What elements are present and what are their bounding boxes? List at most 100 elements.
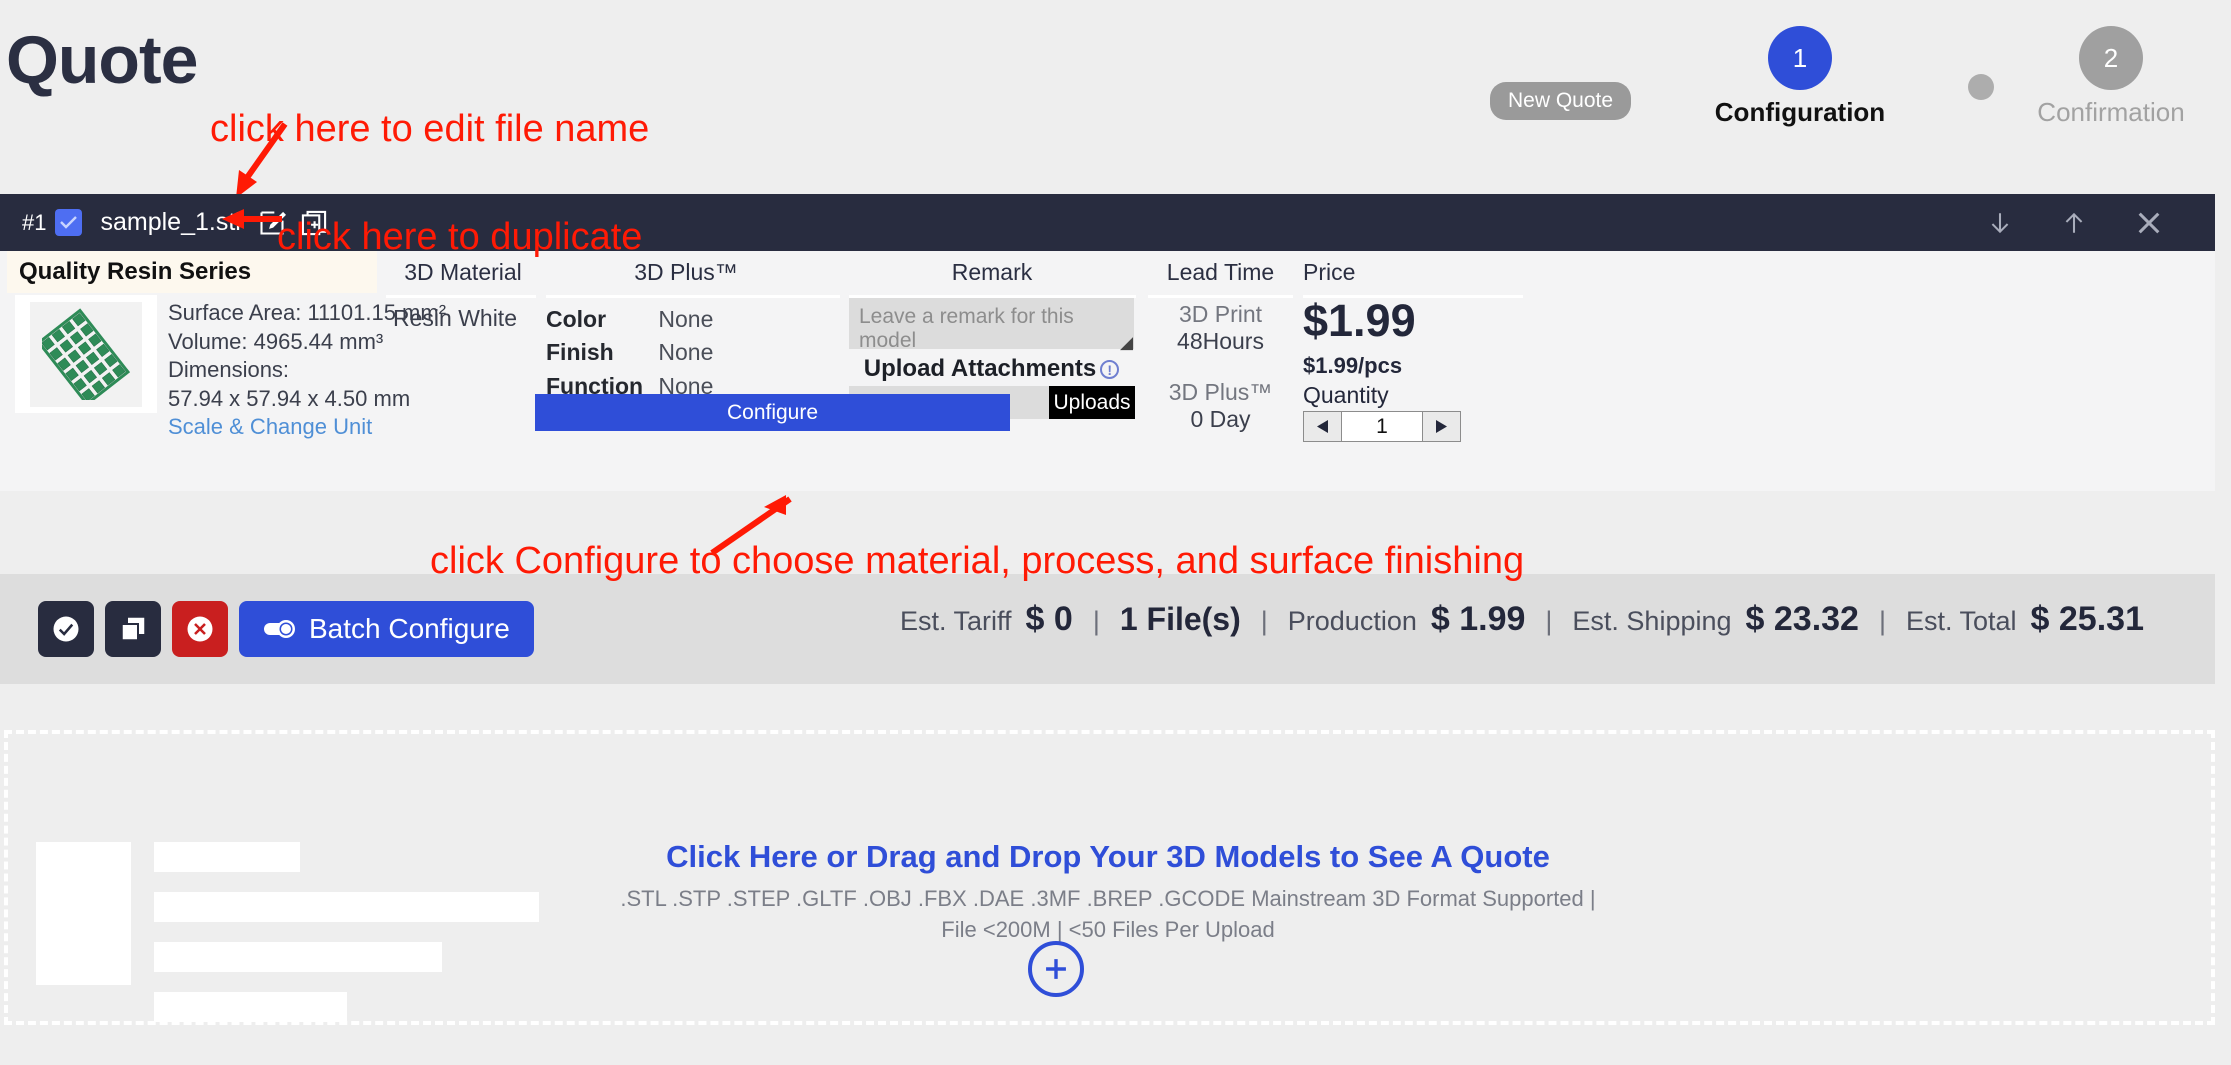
batch-duplicate-button[interactable]	[105, 601, 161, 657]
x-circle-icon	[187, 616, 213, 642]
lead-time-print-value: 48Hours	[1177, 328, 1264, 354]
plus-circle-icon[interactable]	[1028, 941, 1084, 997]
est-total-value: $ 25.31	[2030, 600, 2144, 638]
material-value[interactable]: Resin White	[393, 305, 517, 332]
triangle-left-icon	[1317, 420, 1328, 433]
annotation-edit-file-name: click here to edit file name	[210, 108, 650, 150]
check-icon	[60, 216, 78, 229]
column-header-plus: 3D Plus™	[634, 259, 738, 285]
dimensions-label: Dimensions:	[168, 357, 290, 383]
column-header-remark: Remark	[951, 259, 1033, 285]
remark-textarea[interactable]	[849, 298, 1134, 349]
plus-key-color: Color	[546, 306, 607, 332]
configure-button[interactable]: Configure	[535, 394, 1010, 431]
lead-time-print-label: 3D Print	[1178, 301, 1263, 327]
skeleton-line-3	[154, 942, 442, 972]
step-confirmation[interactable]: 2 Confirmation	[1991, 26, 2231, 128]
plus-key-finish: Finish	[546, 339, 614, 366]
surface-area-label: Surface Area:	[168, 300, 302, 325]
dropzone[interactable]: Click Here or Drag and Drop Your 3D Mode…	[4, 730, 2215, 1025]
volume-value: 4965.44 mm³	[253, 328, 384, 354]
upload-attachments-label: Upload Attachments!	[849, 355, 1134, 383]
dimensions-value: 57.94 x 57.94 x 4.50 mm	[168, 385, 411, 411]
arrow-down-icon[interactable]	[1987, 210, 2013, 236]
step-2-label: Confirmation	[2037, 97, 2185, 127]
annotation-duplicate: click here to duplicate	[277, 216, 643, 258]
step-2-circle: 2	[2079, 26, 2143, 90]
totals-summary: Est. Tariff $ 0 | 1 File(s) | Production…	[900, 600, 2144, 639]
info-icon[interactable]: !	[1100, 360, 1120, 380]
batch-configure-label: Batch Configure	[309, 613, 510, 644]
lead-time-block: 3D Print 48Hours 3D Plus™ 0 Day	[1148, 301, 1293, 433]
file-checkbox[interactable]	[55, 209, 83, 236]
totals-separator-1: |	[1092, 606, 1100, 636]
rule-material	[386, 295, 536, 298]
step-configuration[interactable]: 1 Configuration	[1680, 26, 1920, 128]
lead-time-plus-label: 3D Plus™	[1168, 379, 1273, 405]
model-thumbnail[interactable]	[15, 295, 157, 413]
quantity-value[interactable]: 1	[1342, 412, 1422, 441]
file-name[interactable]: sample_1.stl	[100, 208, 240, 237]
dropzone-subtitle: .STL .STP .STEP .GLTF .OBJ .FBX .DAE .3M…	[620, 886, 1596, 942]
production-label: Production	[1287, 606, 1417, 636]
plus-icon	[1046, 959, 1066, 979]
skeleton-line-1	[154, 842, 300, 872]
column-header-lead-time: Lead Time	[1166, 259, 1275, 285]
scale-change-unit-link[interactable]: Scale & Change Unit	[168, 413, 446, 442]
check-circle-icon	[53, 616, 79, 642]
quantity-stepper[interactable]: 1	[1303, 411, 1461, 442]
step-1-circle: 1	[1768, 26, 1832, 90]
lead-time-plus-value: 0 Day	[1190, 406, 1251, 432]
rule-lead-time	[1148, 295, 1293, 298]
skeleton-line-4	[154, 992, 347, 1022]
toggle-icon	[264, 620, 295, 638]
file-count-value: 1 File(s)	[1119, 601, 1241, 637]
file-detail-panel: Quality Resin Series 3D Material 3D Plus…	[0, 251, 2215, 491]
totals-separator-4: |	[1878, 606, 1886, 636]
new-quote-pill[interactable]: New Quote	[1490, 82, 1632, 120]
file-index: #1	[22, 209, 47, 235]
price-total: $1.99	[1303, 295, 1416, 346]
plus-value-finish: None	[658, 339, 714, 366]
totals-separator-2: |	[1260, 606, 1268, 636]
batch-delete-button[interactable]	[172, 601, 228, 657]
skeleton-line-2	[154, 892, 539, 922]
close-icon[interactable]	[2135, 209, 2163, 237]
lattice-model-icon	[42, 308, 130, 400]
production-value: $ 1.99	[1430, 600, 1526, 638]
quantity-decrement-button[interactable]	[1304, 412, 1342, 441]
plus-row-color: Color None	[546, 303, 713, 336]
volume-label: Volume:	[168, 328, 248, 354]
triangle-right-icon	[1436, 420, 1447, 433]
est-tariff-value: $ 0	[1025, 600, 1073, 638]
step-1-label: Configuration	[1714, 97, 1886, 127]
column-header-material: 3D Material	[404, 259, 522, 285]
model-thumbnail-image	[30, 301, 142, 407]
batch-configure-button[interactable]: Batch Configure	[239, 601, 534, 657]
upload-attachments-text: Upload Attachments	[863, 355, 1097, 382]
plus-options: Color None Finish None Function None	[546, 303, 713, 403]
rule-plus	[546, 295, 840, 298]
est-total-label: Est. Total	[1905, 606, 2017, 636]
dropzone-title[interactable]: Click Here or Drag and Drop Your 3D Mode…	[608, 839, 1608, 875]
copy-icon	[120, 617, 145, 642]
annotation-configure: click Configure to choose material, proc…	[430, 540, 1525, 582]
price-unit: $1.99/pcs	[1303, 353, 1403, 378]
totals-separator-3: |	[1545, 606, 1553, 636]
plus-value-color: None	[658, 306, 714, 332]
plus-row-finish: Finish None	[546, 336, 713, 369]
est-shipping-value: $ 23.32	[1745, 600, 1859, 638]
select-all-button[interactable]	[38, 601, 94, 657]
progress-stepper: 1 Configuration 2 Confirmation	[1680, 26, 2231, 146]
uploads-button[interactable]: Uploads	[1049, 386, 1135, 419]
quantity-increment-button[interactable]	[1422, 412, 1460, 441]
arrow-up-icon[interactable]	[2061, 210, 2087, 236]
quality-series-label: Quality Resin Series	[19, 258, 252, 285]
column-header-price: Price	[1303, 259, 1356, 285]
est-tariff-label: Est. Tariff	[900, 606, 1012, 636]
textarea-resize-grip[interactable]: ◢	[1120, 333, 1133, 353]
quote-page: Quote New Quote 1 Configuration 2 Confir…	[0, 0, 2231, 1065]
skeleton-thumbnail	[36, 842, 131, 985]
page-title: Quote	[6, 22, 198, 98]
est-shipping-label: Est. Shipping	[1572, 606, 1732, 636]
